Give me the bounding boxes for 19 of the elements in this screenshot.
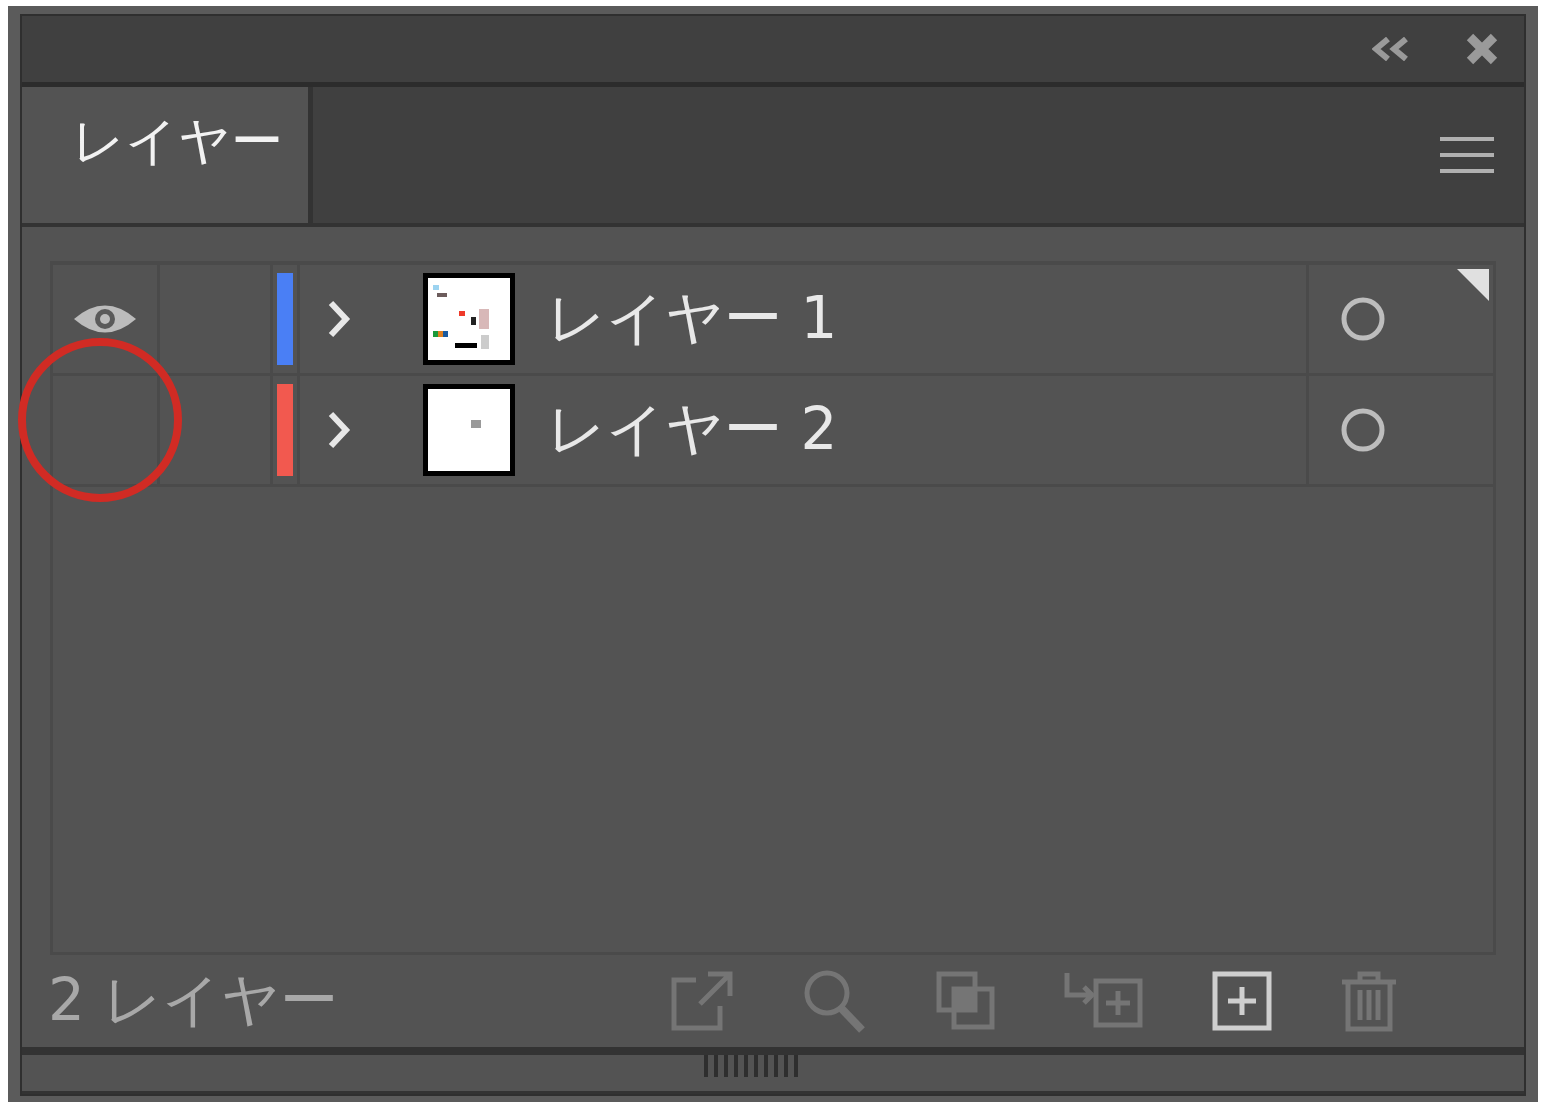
menu-icon[interactable] xyxy=(1440,136,1494,174)
collapse-icon[interactable] xyxy=(1372,37,1410,61)
target-circle-icon[interactable] xyxy=(1340,296,1386,342)
trash-icon xyxy=(1340,970,1398,1032)
new-layer-button[interactable] xyxy=(1212,971,1272,1031)
panel-tab[interactable]: レイヤー xyxy=(22,87,308,223)
layer-row[interactable]: レイヤー 2 xyxy=(53,376,1493,487)
chevron-right-icon[interactable] xyxy=(326,410,352,450)
layer-name[interactable]: レイヤー 1 xyxy=(547,280,838,358)
target-circle-icon[interactable] xyxy=(1340,407,1386,453)
new-layer-icon xyxy=(1212,971,1272,1031)
chevron-right-icon[interactable] xyxy=(326,299,352,339)
close-icon[interactable] xyxy=(1466,33,1498,65)
overlapping-squares-icon xyxy=(936,971,996,1031)
export-icon xyxy=(670,970,734,1032)
layer-count: 2 レイヤー xyxy=(48,965,340,1036)
layer-name[interactable]: レイヤー 2 xyxy=(547,391,838,469)
sublayer-icon xyxy=(1064,973,1144,1029)
search-icon xyxy=(802,968,868,1034)
